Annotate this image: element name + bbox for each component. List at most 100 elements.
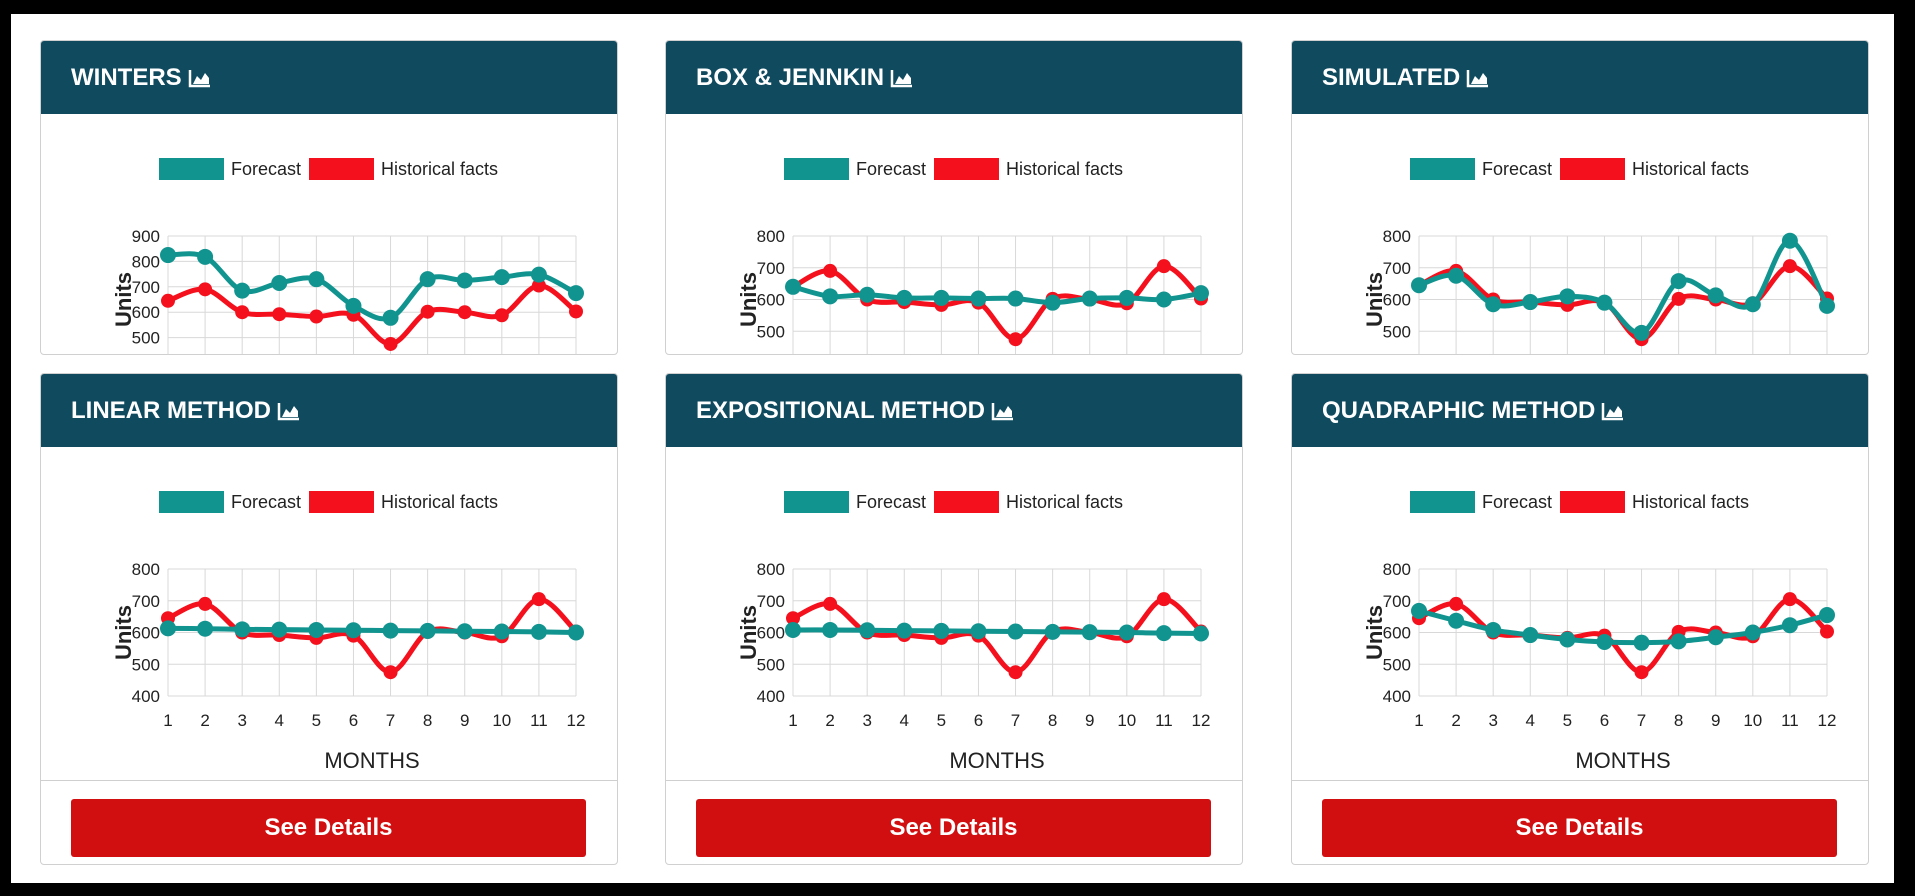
series-line-historical <box>791 596 1203 675</box>
data-point-forecast <box>896 622 913 639</box>
legend-swatch-forecast <box>159 158 224 180</box>
data-point-forecast <box>1448 612 1465 629</box>
see-details-button[interactable]: See Details <box>71 799 586 857</box>
data-point-forecast <box>785 621 801 638</box>
simulated-chart: ForecastHistorical facts4005006007008001… <box>1362 158 1835 354</box>
legend-label-historical: Historical facts <box>1006 492 1123 512</box>
y-tick-label: 400 <box>757 687 785 706</box>
y-tick-label: 400 <box>1383 687 1411 706</box>
data-point-forecast <box>1081 290 1098 307</box>
x-tick-label: 6 <box>974 711 983 730</box>
card-title: BOX & JENNKIN <box>696 63 885 91</box>
y-axis-label: Units <box>1362 272 1387 327</box>
area-chart-icon <box>188 68 212 88</box>
legend-swatch-historical <box>309 491 374 513</box>
data-point-forecast <box>530 266 547 283</box>
data-point-forecast <box>160 620 176 637</box>
y-tick-label: 400 <box>132 354 160 355</box>
y-axis-label: Units <box>736 272 761 327</box>
data-point-forecast <box>493 269 510 286</box>
series-line-historical <box>166 596 578 675</box>
data-point-historical <box>1782 592 1797 607</box>
data-point-forecast <box>197 248 214 265</box>
chart-legend: Forecast Historical facts <box>784 491 1123 513</box>
expositional-method-chart: Forecast Historical facts4005006007008001… <box>736 491 1210 773</box>
data-point-forecast <box>1522 627 1539 644</box>
data-point-forecast <box>1118 624 1135 641</box>
x-axis-label: MONTHS <box>949 748 1044 773</box>
quadraphic-method-chart: Forecast Historical facts4005006007008001… <box>1362 491 1836 773</box>
x-tick-label: 2 <box>825 711 834 730</box>
card-header: WINTERS <box>41 41 617 114</box>
card-winters: WINTERS Forecast Historical facts 400 500 60… <box>40 40 618 355</box>
data-point-forecast <box>568 624 584 641</box>
card-title: SIMULATED <box>1322 63 1461 91</box>
y-tick-label: 500 <box>132 329 160 348</box>
x-tick-label: 10 <box>492 711 511 730</box>
data-point-historical <box>420 304 435 319</box>
data-point-historical <box>1782 259 1797 274</box>
data-point-historical <box>383 336 398 351</box>
area-chart-icon <box>991 401 1015 421</box>
data-point-forecast <box>160 247 176 264</box>
see-details-button[interactable]: See Details <box>696 799 1211 857</box>
data-point-forecast <box>1744 296 1761 313</box>
data-point-forecast <box>345 297 362 314</box>
data-point-forecast <box>234 621 251 638</box>
data-point-historical <box>823 596 838 611</box>
legend-label-historical: Historical facts <box>381 492 498 512</box>
area-chart-icon <box>277 401 301 421</box>
data-point-forecast <box>530 623 547 640</box>
data-point-forecast <box>197 620 214 637</box>
data-point-historical <box>309 309 324 324</box>
data-point-forecast <box>822 288 839 305</box>
data-point-forecast <box>1559 288 1576 305</box>
legend-label-forecast: Forecast <box>856 159 926 179</box>
data-point-forecast <box>493 623 510 640</box>
y-tick-label: 800 <box>757 560 785 579</box>
legend-swatch-historical <box>934 491 999 513</box>
legend-swatch-forecast <box>1410 491 1475 513</box>
data-point-historical <box>1156 592 1171 607</box>
data-point-forecast <box>1596 634 1613 651</box>
card-quadraphic-method: QUADRAPHIC METHOD Forecast Historical fac… <box>1291 373 1869 865</box>
x-tick-label: 4 <box>900 711 909 730</box>
linear-method-chart: Forecast Historical facts4005006007008001… <box>111 491 585 773</box>
x-tick-label: 2 <box>1451 711 1460 730</box>
data-point-forecast <box>1670 633 1687 650</box>
y-tick-label: 800 <box>757 227 785 246</box>
data-point-historical <box>823 263 838 278</box>
card-linear-method: LINEAR METHOD Forecast Historical facts 40… <box>40 373 618 865</box>
data-point-historical <box>1820 624 1834 639</box>
data-point-forecast <box>382 309 399 326</box>
card-header: LINEAR METHOD <box>41 374 617 447</box>
x-tick-label: 8 <box>1048 711 1057 730</box>
y-axis-label: Units <box>111 272 136 327</box>
data-point-historical <box>531 592 546 607</box>
x-axis-label: MONTHS <box>324 748 419 773</box>
see-details-button[interactable]: See Details <box>1322 799 1837 857</box>
x-tick-label: 8 <box>423 711 432 730</box>
box-jennkin-chart: ForecastHistorical facts4005006007008001… <box>736 158 1209 354</box>
data-point-forecast <box>1781 232 1798 249</box>
card-header: SIMULATED <box>1292 41 1868 114</box>
data-point-forecast <box>568 285 584 302</box>
area-chart-icon <box>1601 401 1625 421</box>
data-point-forecast <box>1155 291 1172 308</box>
card-footer-divider <box>666 780 1242 781</box>
x-tick-label: 3 <box>862 711 871 730</box>
legend-swatch-historical <box>1560 491 1625 513</box>
data-point-forecast <box>896 289 913 306</box>
data-point-historical <box>494 308 509 323</box>
data-point-historical <box>1008 332 1023 347</box>
legend-label-historical: Historical facts <box>1006 159 1123 179</box>
data-point-forecast <box>1522 294 1539 311</box>
winters-chart: Forecast Historical facts4005006007008009… <box>111 158 584 355</box>
data-point-historical <box>1634 665 1649 680</box>
series-line-historical <box>791 263 1203 342</box>
card-header: QUADRAPHIC METHOD <box>1292 374 1868 447</box>
legend-swatch-forecast <box>784 158 849 180</box>
y-tick-label: 900 <box>132 227 160 246</box>
x-tick-label: 11 <box>1781 711 1799 730</box>
data-point-forecast <box>933 622 950 639</box>
